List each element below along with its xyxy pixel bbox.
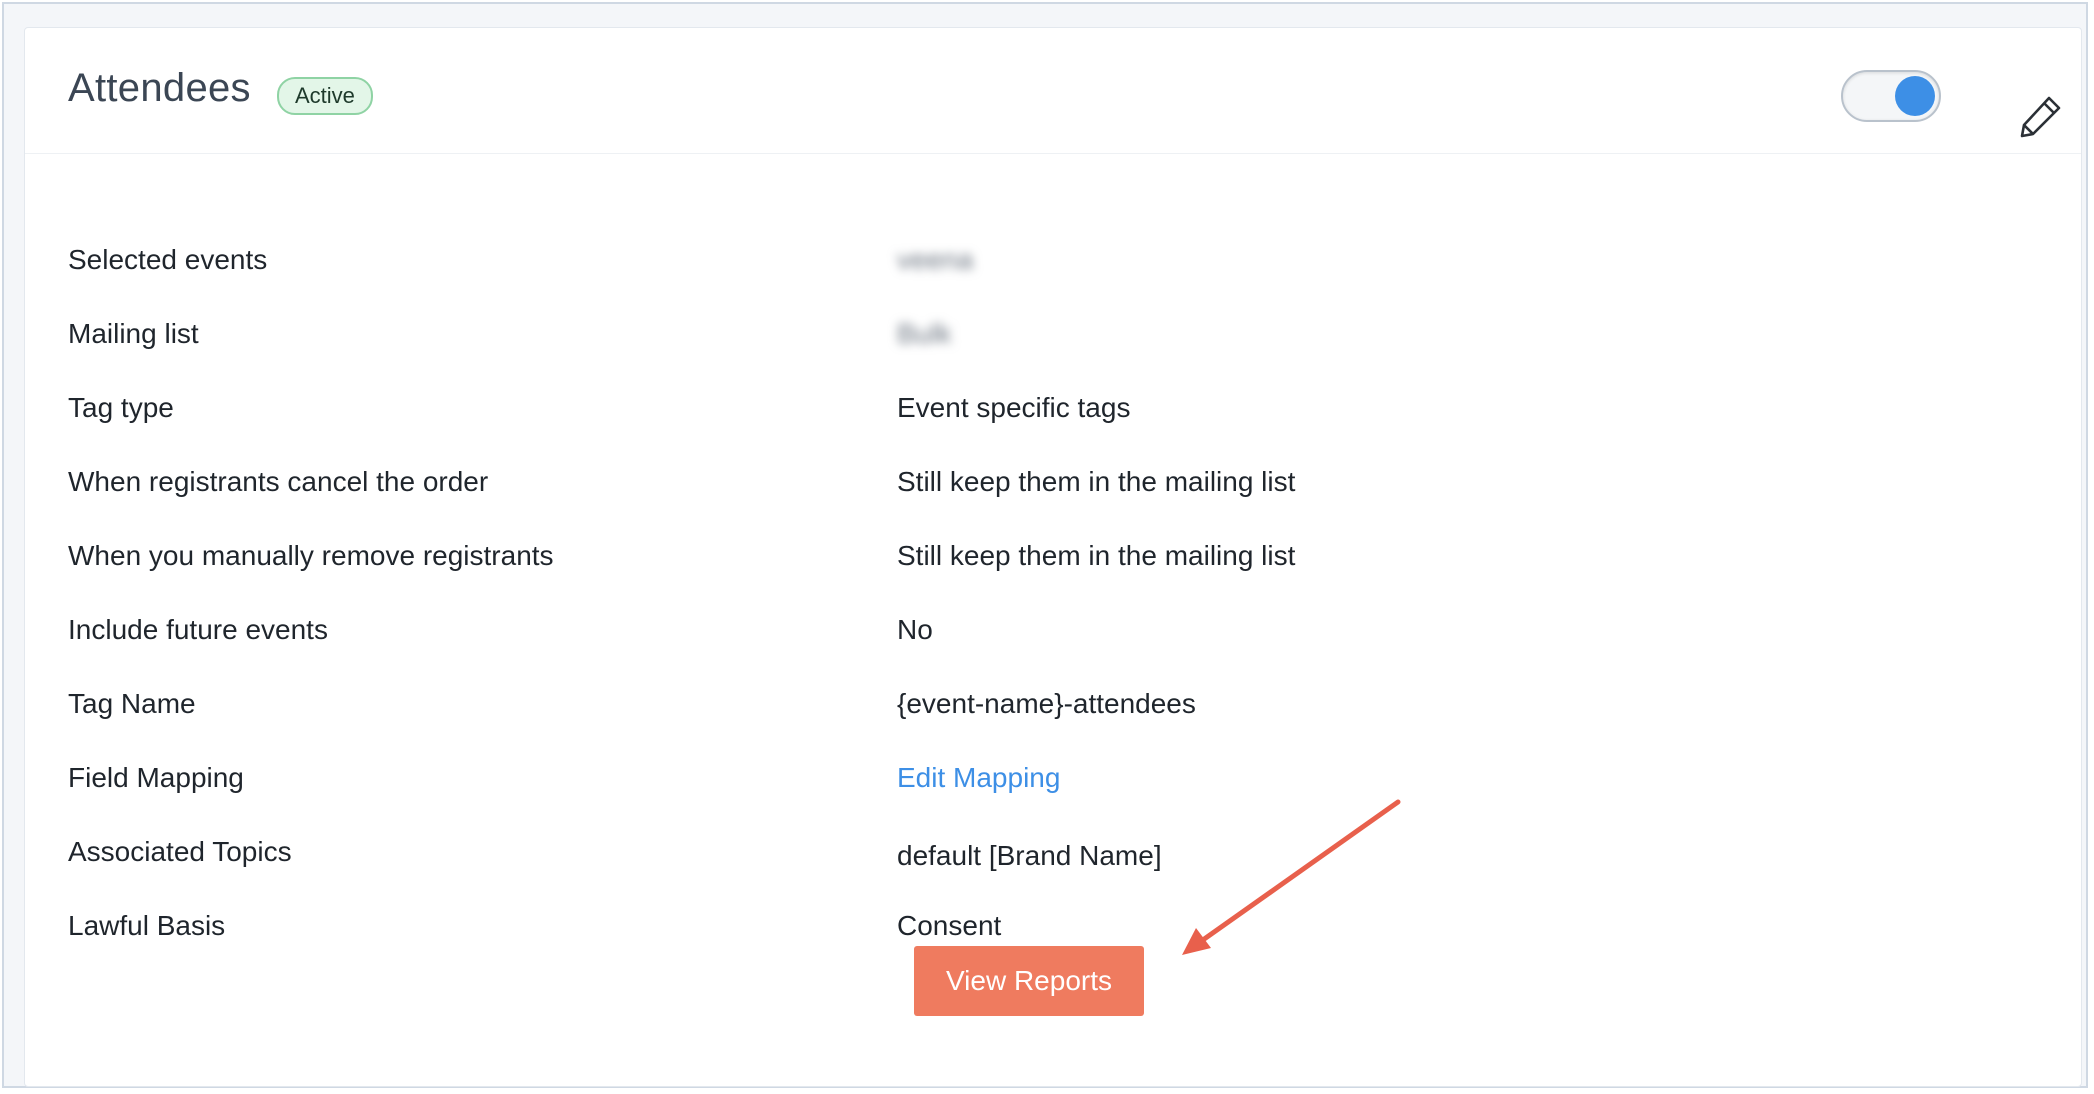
status-badge: Active	[277, 77, 373, 115]
integration-card: Attendees Active Selected events veena M…	[24, 27, 2082, 1087]
detail-label: Mailing list	[68, 318, 199, 349]
edit-button[interactable]	[2019, 94, 2063, 138]
detail-row-manual-remove: When you manually remove registrants Sti…	[25, 540, 2081, 580]
detail-row-lawful-basis: Lawful Basis Consent	[25, 910, 2081, 950]
view-reports-button[interactable]: View Reports	[914, 946, 1144, 1016]
detail-row-future-events: Include future events No	[25, 614, 2081, 654]
card-header: Attendees Active	[25, 28, 2081, 154]
detail-value: Still keep them in the mailing list	[897, 466, 1296, 497]
detail-value: veena	[897, 244, 974, 275]
detail-label: Selected events	[68, 244, 268, 275]
detail-label: Tag Name	[68, 688, 196, 719]
detail-value: Event specific tags	[897, 392, 1131, 423]
card-title: Attendees	[68, 66, 251, 110]
detail-value: Still keep them in the mailing list	[897, 540, 1296, 571]
detail-label: When registrants cancel the order	[68, 466, 489, 497]
detail-label: When you manually remove registrants	[68, 540, 554, 571]
detail-row-associated-topics: Associated Topics default [Brand Name]	[25, 836, 2081, 876]
detail-row-field-mapping: Field Mapping Edit Mapping	[25, 762, 2081, 802]
detail-value: default [Brand Name]	[897, 840, 1162, 871]
detail-label: Include future events	[68, 614, 328, 645]
detail-row-tag-name: Tag Name {event-name}-attendees	[25, 688, 2081, 728]
detail-label: Field Mapping	[68, 762, 244, 793]
detail-row-cancel-order: When registrants cancel the order Still …	[25, 466, 2081, 506]
detail-row-tag-type: Tag type Event specific tags	[25, 392, 2081, 432]
detail-label: Lawful Basis	[68, 910, 226, 941]
detail-row-selected-events: Selected events veena	[25, 244, 2081, 284]
toggle-knob	[1895, 76, 1935, 116]
detail-label: Associated Topics	[68, 836, 292, 867]
detail-value: Bulk	[897, 318, 952, 349]
detail-value: No	[897, 614, 933, 645]
pencil-icon	[2020, 96, 2061, 138]
detail-label: Tag type	[68, 392, 174, 423]
detail-value: Consent	[897, 910, 1002, 941]
detail-row-mailing-list: Mailing list Bulk	[25, 318, 2081, 358]
edit-mapping-link[interactable]: Edit Mapping	[897, 762, 1060, 794]
active-toggle[interactable]	[1841, 70, 1941, 122]
detail-value: {event-name}-attendees	[897, 688, 1196, 719]
